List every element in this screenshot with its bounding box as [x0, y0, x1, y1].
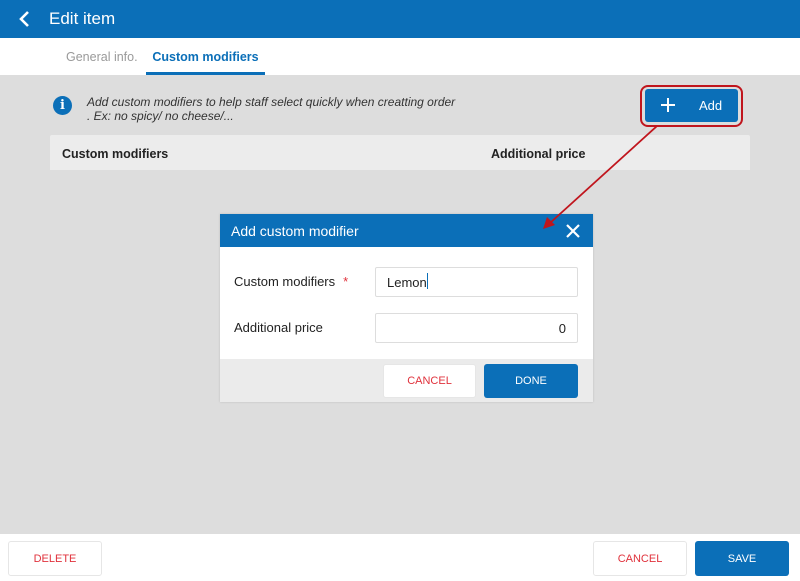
- plus-icon: [660, 96, 680, 116]
- custom-modifier-label: Custom modifiers: [234, 274, 336, 289]
- column-header-additional-price: Additional price: [491, 147, 586, 161]
- chevron-left-icon: [19, 11, 29, 27]
- required-mark: *: [343, 274, 349, 289]
- dialog-done-button[interactable]: DONE: [484, 364, 578, 398]
- modifiers-table-header: Custom modifiers Additional price: [50, 135, 750, 170]
- delete-button[interactable]: DELETE: [8, 541, 102, 576]
- tab-bar: General info. Custom modifiers: [0, 38, 800, 75]
- info-icon: i: [53, 96, 72, 115]
- add-button-label: Add: [699, 98, 723, 113]
- info-text-line1: Add custom modifiers to help staff selec…: [87, 95, 456, 109]
- additional-price-input[interactable]: [375, 313, 578, 343]
- custom-modifier-row: Custom modifiers *: [220, 266, 593, 298]
- dialog-header: Add custom modifier: [220, 214, 593, 247]
- dialog-footer: CANCEL DONE: [220, 359, 593, 402]
- tab-general-info[interactable]: General info.: [66, 38, 138, 75]
- info-text-line2: . Ex: no spicy/ no cheese/...: [87, 109, 234, 123]
- info-banner: i Add custom modifiers to help staff sel…: [53, 95, 455, 123]
- save-button[interactable]: SAVE: [695, 541, 789, 576]
- tab-custom-modifiers[interactable]: Custom modifiers: [146, 38, 265, 75]
- custom-modifier-input[interactable]: [375, 267, 578, 297]
- column-header-custom-modifiers: Custom modifiers: [62, 147, 169, 161]
- text-cursor: [427, 273, 428, 289]
- app-header: Edit item: [0, 0, 800, 38]
- additional-price-label: Additional price: [234, 320, 323, 335]
- add-custom-modifier-dialog: Add custom modifier Custom modifiers * Ad…: [220, 214, 593, 402]
- footer-bar: DELETE CANCEL SAVE: [0, 534, 800, 581]
- cancel-button[interactable]: CANCEL: [593, 541, 687, 576]
- close-icon[interactable]: [564, 222, 582, 240]
- page-title: Edit item: [49, 9, 116, 28]
- dialog-title: Add custom modifier: [231, 222, 359, 239]
- additional-price-row: Additional price: [220, 312, 593, 344]
- dialog-cancel-button[interactable]: CANCEL: [383, 364, 476, 398]
- back-button[interactable]: [0, 0, 48, 38]
- add-button[interactable]: Add: [645, 89, 738, 122]
